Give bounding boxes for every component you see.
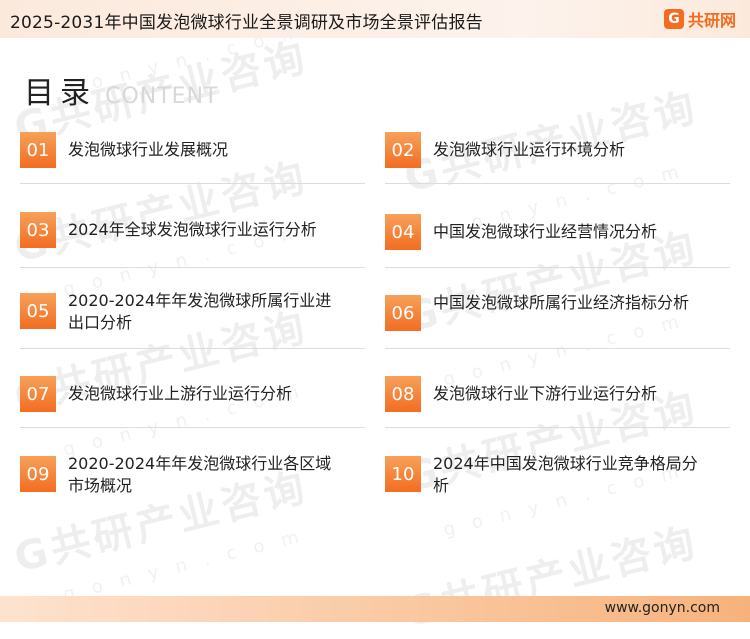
toc-item-label: 2020-2024年年发泡微球所属行业进出口分析	[68, 291, 332, 332]
divider	[20, 267, 365, 268]
logo-mark-icon: G	[663, 9, 684, 29]
toc-item-number: 05	[20, 293, 56, 329]
divider	[20, 348, 365, 349]
toc-item-number: 10	[385, 456, 421, 492]
toc-item-label: 发泡微球行业发展概况	[68, 140, 229, 159]
divider	[385, 183, 730, 184]
divider	[385, 427, 730, 428]
toc-item-06[interactable]: 06 中国发泡微球所属行业经济指标分析	[385, 293, 730, 349]
divider	[385, 348, 730, 349]
toc-item-07[interactable]: 07 发泡微球行业上游行业运行分析	[20, 376, 365, 428]
footer-url[interactable]: www.gonyn.com	[605, 600, 720, 616]
toc-item-05[interactable]: 05 2020-2024年年发泡微球所属行业进出口分析	[20, 291, 365, 349]
toc-item-03[interactable]: 03 2024年全球发泡微球行业运行分析	[20, 212, 365, 268]
toc-item-number: 09	[20, 456, 56, 492]
toc-subtitle: CONTENT	[105, 84, 219, 109]
toc-item-09[interactable]: 09 2020-2024年年发泡微球行业各区域市场概况	[20, 454, 365, 506]
toc-item-label: 2020-2024年年发泡微球行业各区域市场概况	[68, 454, 332, 495]
toc-item-number: 02	[385, 132, 421, 168]
divider	[20, 183, 365, 184]
report-header: 2025-2031年中国发泡微球行业全景调研及市场全景评估报告 G 共研网	[0, 0, 750, 38]
toc-item-08[interactable]: 08 发泡微球行业下游行业运行分析	[385, 376, 730, 428]
toc-heading: 目录 CONTENT	[24, 68, 218, 112]
toc-item-number: 03	[20, 212, 56, 248]
watermark-domain: g o n y n . c o m	[61, 525, 307, 606]
toc-item-label: 中国发泡微球行业经营情况分析	[433, 222, 658, 241]
divider	[385, 267, 730, 268]
brand-logo: G 共研网	[663, 7, 736, 31]
toc-item-number: 06	[385, 295, 421, 331]
toc-item-02[interactable]: 02 发泡微球行业运行环境分析	[385, 132, 730, 184]
toc-title: 目录	[24, 76, 96, 111]
toc-item-01[interactable]: 01 发泡微球行业发展概况	[20, 132, 365, 184]
toc-item-10[interactable]: 10 2024年中国发泡微球行业竞争格局分析	[385, 454, 730, 506]
toc-item-label: 发泡微球行业上游行业运行分析	[68, 384, 293, 403]
report-title: 2025-2031年中国发泡微球行业全景调研及市场全景评估报告	[10, 13, 483, 33]
divider	[20, 427, 365, 428]
logo-name: 共研网	[687, 11, 736, 30]
toc-item-label: 发泡微球行业下游行业运行分析	[433, 384, 658, 403]
toc-item-number: 01	[20, 132, 56, 168]
report-footer: www.gonyn.com	[0, 596, 750, 622]
toc-item-label: 中国发泡微球所属行业经济指标分析	[433, 293, 690, 312]
toc-item-label: 发泡微球行业运行环境分析	[433, 140, 626, 159]
toc-item-number: 08	[385, 376, 421, 412]
toc-item-label: 2024年全球发泡微球行业运行分析	[68, 220, 317, 239]
toc-item-label: 2024年中国发泡微球行业竞争格局分析	[433, 454, 698, 495]
toc-item-number: 04	[385, 214, 421, 250]
toc-item-04[interactable]: 04 中国发泡微球行业经营情况分析	[385, 214, 730, 268]
toc-item-number: 07	[20, 376, 56, 412]
